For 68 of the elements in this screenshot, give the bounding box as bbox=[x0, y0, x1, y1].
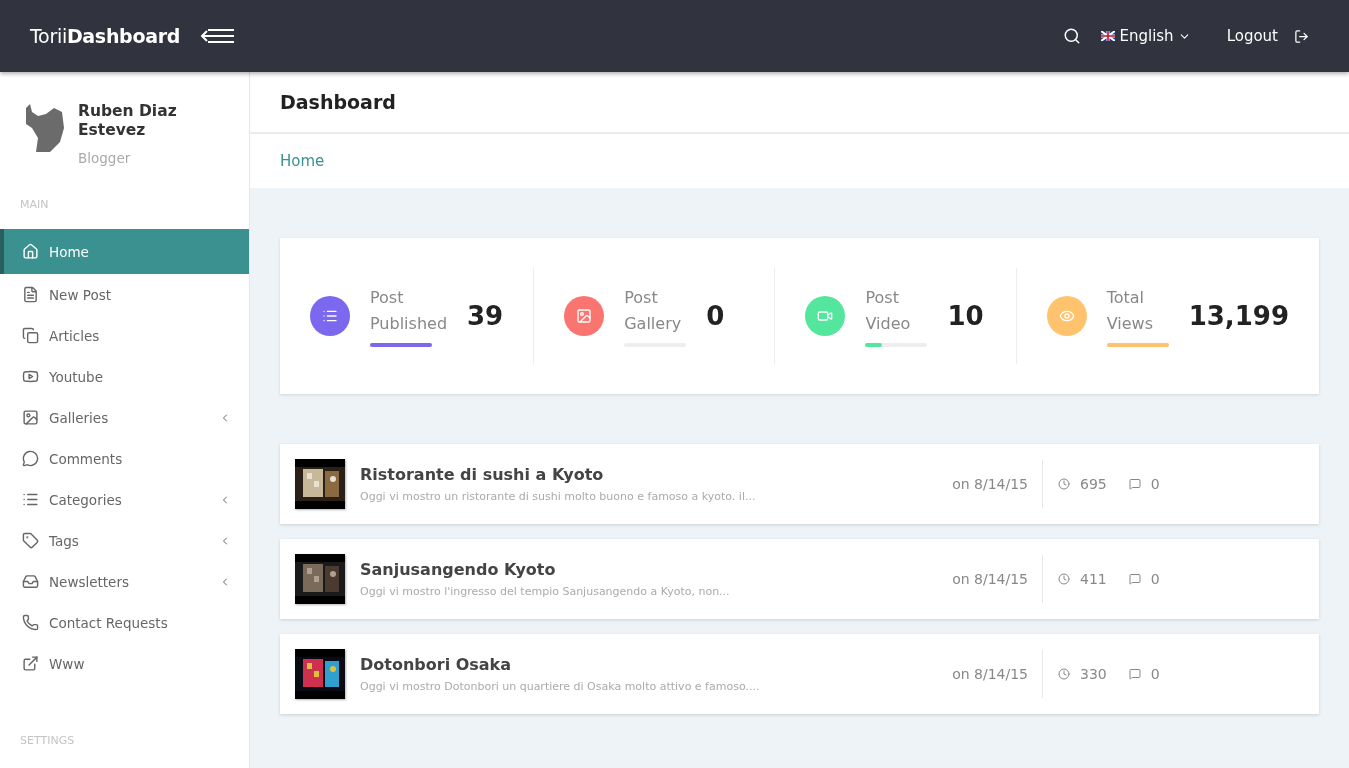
external-link-icon bbox=[22, 655, 39, 672]
view-count: 695 bbox=[1080, 476, 1107, 492]
post-title[interactable]: Ristorante di sushi a Kyoto bbox=[360, 465, 953, 484]
copy-icon bbox=[22, 327, 39, 344]
logo[interactable]: ToriiDashboard bbox=[30, 25, 181, 47]
stat-label: Post Published bbox=[370, 287, 448, 335]
stat-value: 0 bbox=[706, 301, 725, 331]
post-title[interactable]: Sanjusangendo Kyoto bbox=[360, 560, 953, 579]
stat-value: 39 bbox=[467, 301, 504, 331]
home-icon bbox=[22, 243, 39, 260]
nav-item[interactable]: New Post bbox=[0, 274, 249, 315]
nav-item[interactable]: Home bbox=[0, 229, 249, 274]
flag-icon bbox=[1101, 31, 1116, 41]
view-count: 411 bbox=[1080, 571, 1107, 587]
post-date: on 8/14/15 bbox=[952, 666, 1029, 682]
logout-button[interactable]: Logout bbox=[1220, 26, 1284, 46]
comment-count: 0 bbox=[1150, 571, 1160, 587]
nav-item[interactable]: Contact Requests bbox=[0, 602, 249, 643]
search-icon[interactable] bbox=[1063, 27, 1082, 45]
comment-count: 0 bbox=[1150, 476, 1160, 492]
post-excerpt: Oggi vi mostro l'ingresso del tempio Sanjusangendo a Kyoto, non... bbox=[360, 585, 731, 598]
section-title: MAIN bbox=[19, 197, 50, 213]
logout-icon bbox=[1294, 28, 1309, 44]
nav-item[interactable]: Galleries bbox=[0, 397, 249, 438]
post-excerpt: Oggi vi mostro un ristorante di sushi molto buono e famoso a kyoto. il... bbox=[360, 490, 757, 503]
section-title: SETTINGS bbox=[19, 733, 76, 749]
list-icon bbox=[322, 308, 338, 324]
post-card[interactable]: Sanjusangendo Kyoto Oggi vi mostro l'ingresso del tempio Sanjusangendo a Kyoto, non... on 8/14/15 411 0 bbox=[280, 539, 1319, 619]
breadcrumb-link[interactable]: Home bbox=[280, 152, 325, 170]
list-icon bbox=[22, 491, 39, 508]
post-date: on 8/14/15 bbox=[952, 571, 1029, 587]
nav-item[interactable]: Categories bbox=[0, 479, 249, 520]
nav-item[interactable]: Www bbox=[0, 643, 249, 684]
page-title: Dashboard bbox=[280, 91, 396, 113]
document-icon bbox=[22, 286, 39, 303]
post-title[interactable]: Dotonbori Osaka bbox=[360, 655, 953, 674]
speech-bubble-icon bbox=[22, 450, 39, 467]
stat-label: Post Gallery bbox=[624, 287, 683, 335]
profile-name: Ruben Diaz Estevez bbox=[78, 102, 178, 140]
image-icon bbox=[576, 308, 593, 324]
stat-value: 13,199 bbox=[1188, 301, 1289, 331]
nav-item[interactable]: Youtube bbox=[0, 356, 249, 397]
stat-label: Post Video bbox=[865, 287, 912, 335]
stat-value: 10 bbox=[947, 301, 984, 331]
post-card[interactable]: Ristorante di sushi a Kyoto Oggi vi mostro un ristorante di sushi molto buono e famoso a kyoto. il... on 8/14/15 695 0 bbox=[280, 444, 1319, 524]
phone-icon bbox=[22, 614, 39, 631]
post-date: on 8/14/15 bbox=[952, 476, 1029, 492]
comment-count: 0 bbox=[1150, 666, 1160, 682]
nav-item[interactable]: Newsletters bbox=[0, 561, 249, 602]
tag-icon bbox=[22, 532, 39, 549]
post-card[interactable]: Dotonbori Osaka Oggi vi mostro Dotonbori un quartiere di Osaka molto attivo e famoso.... on 8/14/15 330 0 bbox=[280, 634, 1319, 714]
eye-icon bbox=[1058, 308, 1075, 324]
clock-icon bbox=[1058, 478, 1070, 490]
post-excerpt: Oggi vi mostro Dotonbori un quartiere di Osaka molto attivo e famoso.... bbox=[360, 680, 761, 693]
language-dropdown[interactable]: English bbox=[1095, 26, 1197, 46]
menu-toggle-icon[interactable] bbox=[200, 28, 237, 44]
clock-icon bbox=[1058, 573, 1070, 585]
view-count: 330 bbox=[1080, 666, 1107, 682]
video-camera-icon bbox=[817, 308, 834, 324]
profile-role: Blogger bbox=[78, 150, 132, 166]
youtube-icon bbox=[22, 368, 39, 385]
inbox-icon bbox=[22, 573, 39, 590]
nav-item[interactable]: Articles bbox=[0, 315, 249, 356]
nav-item[interactable]: Tags bbox=[0, 520, 249, 561]
stat-label: Total Views bbox=[1106, 287, 1154, 335]
nav-item[interactable]: Comments bbox=[0, 438, 249, 479]
clock-icon bbox=[1058, 668, 1070, 680]
image-icon bbox=[22, 409, 39, 426]
